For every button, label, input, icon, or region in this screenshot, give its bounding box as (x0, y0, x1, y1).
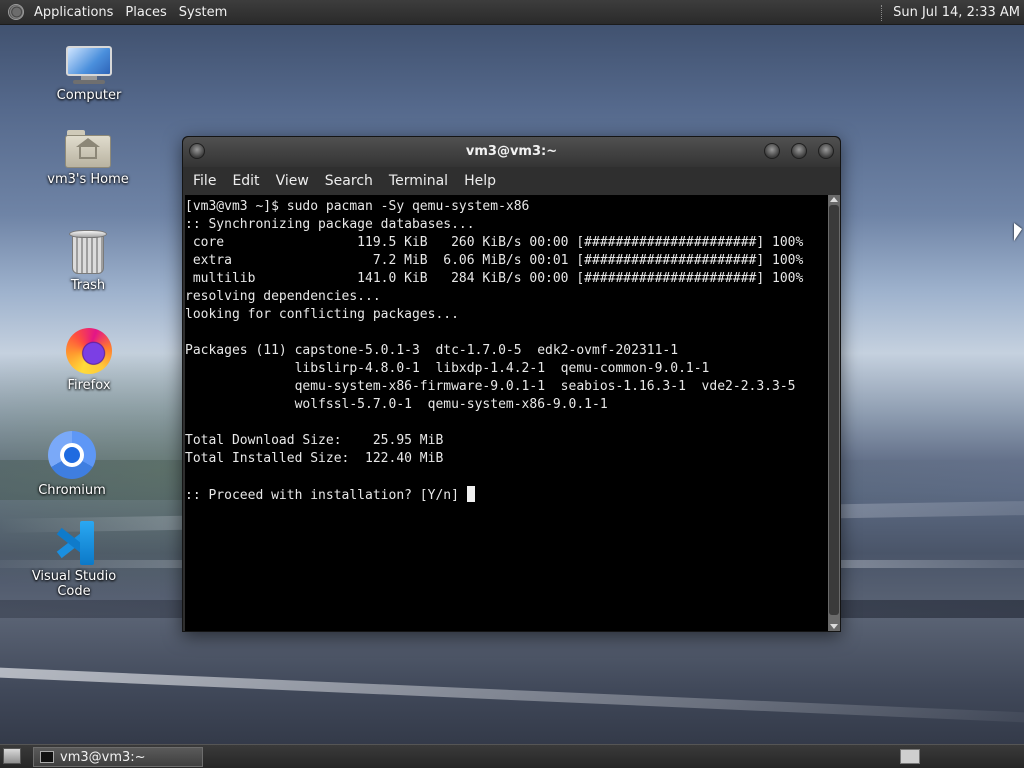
terminal-window: vm3@vm3:~ File Edit View Search Terminal… (182, 136, 841, 632)
terminal-line: qemu-system-x86-firmware-9.0.1-1 seabios… (185, 379, 796, 394)
applications-menu[interactable]: Applications (28, 0, 119, 25)
firefox-icon (66, 328, 112, 374)
terminal-line: Total Installed Size: 122.40 MiB (185, 451, 444, 466)
window-title: vm3@vm3:~ (465, 144, 558, 159)
terminal-text: [vm3@vm3 ~]$ sudo pacman -Sy qemu-system… (185, 195, 828, 505)
terminal-line: Packages (11) capstone-5.0.1-3 dtc-1.7.0… (185, 343, 679, 358)
terminal-line: Total Download Size: 25.95 MiB (185, 433, 444, 448)
text-cursor (466, 486, 475, 502)
menu-help[interactable]: Help (456, 167, 504, 195)
terminal-prompt-line: :: Proceed with installation? [Y/n] (185, 486, 828, 505)
terminal-line: :: Synchronizing package databases... (185, 217, 475, 232)
scrollbar-thumb[interactable] (829, 205, 839, 615)
close-icon[interactable] (818, 143, 834, 159)
scroll-up-icon[interactable] (830, 197, 838, 202)
desktop-icon-vscode[interactable]: Visual Studio Code (14, 521, 134, 599)
mouse-pointer-icon (1014, 223, 1022, 241)
terminal-scrollbar[interactable] (828, 195, 840, 631)
maximize-icon[interactable] (791, 143, 807, 159)
terminal-line: libslirp-4.8.0-1 libxdp-1.4.2-1 qemu-com… (185, 361, 710, 376)
applications-menu-icon[interactable] (8, 4, 24, 20)
terminal-prompt: :: Proceed with installation? [Y/n] (185, 488, 467, 503)
desktop-icon-computer[interactable]: Computer (44, 46, 134, 103)
home-folder-icon (65, 128, 111, 168)
taskbar-item-label: vm3@vm3:~ (60, 749, 146, 765)
menu-file[interactable]: File (185, 167, 224, 195)
system-menu[interactable]: System (173, 0, 233, 25)
computer-icon (65, 46, 113, 84)
workspace-switcher[interactable] (900, 749, 920, 764)
minimize-icon[interactable] (764, 143, 780, 159)
terminal-line: resolving dependencies... (185, 289, 381, 304)
chromium-icon (48, 431, 96, 479)
desktop-icon-label: Firefox (67, 378, 111, 393)
desktop-icon-chromium[interactable]: Chromium (32, 431, 112, 498)
clock-area: Sun Jul 14, 2:33 AM (881, 0, 1024, 25)
terminal-line: [vm3@vm3 ~]$ sudo pacman -Sy qemu-system… (185, 199, 530, 214)
menu-edit[interactable]: Edit (224, 167, 267, 195)
wallpaper-streak (0, 667, 1024, 723)
desktop-icon-home[interactable]: vm3's Home (38, 128, 138, 187)
panel-separator (881, 4, 883, 21)
desktop-icon-label: Visual Studio Code (31, 569, 117, 599)
menu-search[interactable]: Search (317, 167, 381, 195)
desktop-icon-label: Computer (56, 88, 122, 103)
terminal-icon (40, 751, 54, 763)
taskbar-item-terminal[interactable]: vm3@vm3:~ (33, 747, 203, 767)
terminal-line: looking for conflicting packages... (185, 307, 459, 322)
terminal-output[interactable]: [vm3@vm3 ~]$ sudo pacman -Sy qemu-system… (185, 195, 828, 631)
menu-view[interactable]: View (268, 167, 317, 195)
terminal-line: wolfssl-5.7.0-1 qemu-system-x86-9.0.1-1 (185, 397, 608, 412)
scroll-down-icon[interactable] (830, 624, 838, 629)
menu-terminal[interactable]: Terminal (381, 167, 456, 195)
desktop-icon-label: Chromium (38, 483, 106, 498)
window-titlebar[interactable]: vm3@vm3:~ (183, 137, 840, 167)
show-desktop-icon[interactable] (3, 748, 21, 764)
desktop-icon-label: Trash (70, 278, 106, 293)
terminal-line: extra 7.2 MiB 6.06 MiB/s 00:01 [########… (185, 253, 804, 268)
trash-icon (69, 230, 107, 274)
desktop-icon-firefox[interactable]: Firefox (48, 328, 130, 393)
terminal-line: core 119.5 KiB 260 KiB/s 00:00 [########… (185, 235, 804, 250)
vscode-icon (52, 521, 96, 565)
desktop-icon-label: vm3's Home (47, 172, 129, 187)
desktop-icon-trash[interactable]: Trash (48, 230, 128, 293)
clock[interactable]: Sun Jul 14, 2:33 AM (893, 5, 1024, 20)
panel-menu: Applications Places System (0, 0, 233, 24)
places-menu[interactable]: Places (119, 0, 172, 25)
top-panel: Applications Places System Sun Jul 14, 2… (0, 0, 1024, 25)
terminal-line: multilib 141.0 KiB 284 KiB/s 00:00 [####… (185, 271, 804, 286)
bottom-panel: vm3@vm3:~ (0, 744, 1024, 768)
terminal-menubar: File Edit View Search Terminal Help (183, 167, 840, 195)
window-menu-icon[interactable] (189, 143, 205, 159)
